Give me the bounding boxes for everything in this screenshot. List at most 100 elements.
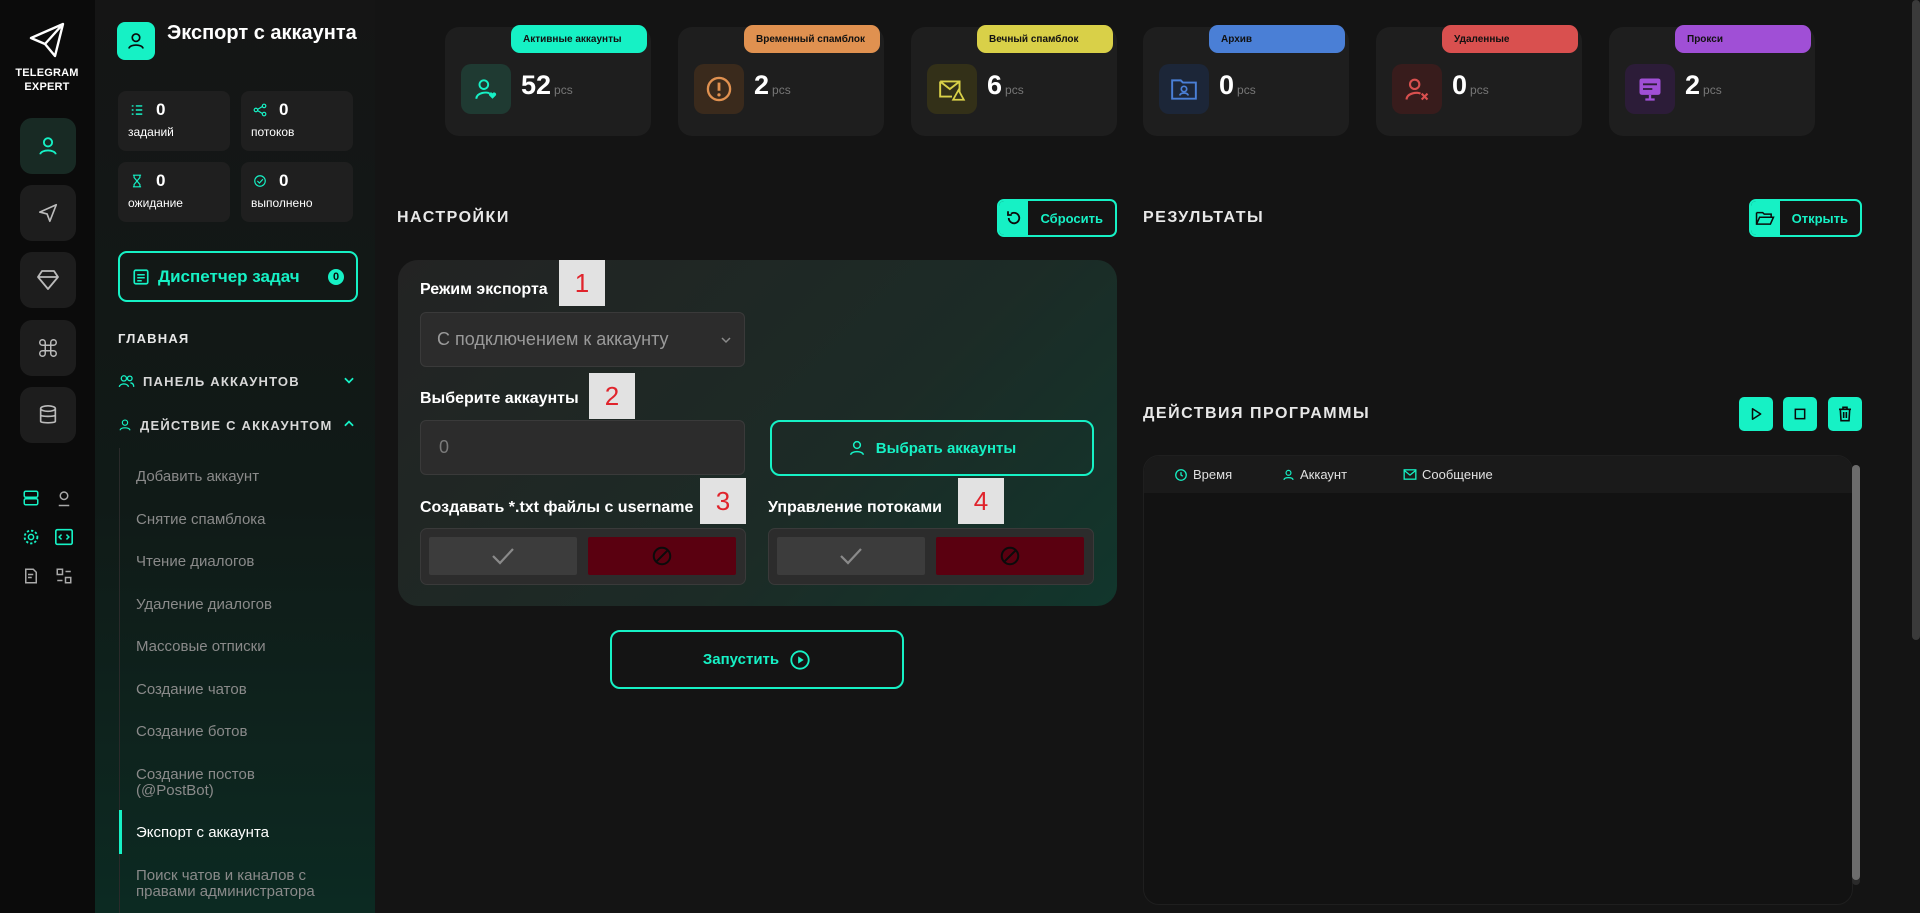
- card-proxy[interactable]: Прокси 2 pcs: [1609, 25, 1815, 136]
- threads-yes-button[interactable]: [777, 537, 925, 575]
- command-icon: [39, 339, 57, 357]
- threads-toggle: [768, 528, 1094, 585]
- log-stop-button[interactable]: [1783, 397, 1817, 431]
- chevron-down-icon: [344, 377, 354, 384]
- diamond-icon: [37, 270, 59, 290]
- export-mode-label: Режим экспорта: [420, 281, 548, 298]
- log-col-account[interactable]: Аккаунт: [1282, 467, 1347, 482]
- open-results-button[interactable]: Открыть: [1749, 199, 1862, 237]
- nav-create-bots[interactable]: Создание ботов: [136, 724, 361, 740]
- nav-spamblock-removal[interactable]: Снятие спамблока: [136, 512, 361, 528]
- ban-icon: [1000, 546, 1020, 566]
- select-accounts-label: Выберите аккаунты: [420, 390, 579, 407]
- card-active-accounts[interactable]: Активные аккаунты 52 pcs: [445, 25, 651, 136]
- task-dispatcher-badge: 0: [328, 269, 344, 285]
- card-perm-label: Вечный спамблок: [977, 25, 1113, 53]
- user-remove-icon: [1392, 64, 1442, 114]
- chevron-down-icon: [721, 337, 731, 344]
- txt-files-toggle: [420, 528, 746, 585]
- txt-files-label: Создавать *.txt файлы с username: [420, 499, 694, 516]
- card-deleted[interactable]: Удаленные 0 pcs: [1376, 25, 1582, 136]
- reset-button[interactable]: Сбросить: [997, 199, 1117, 237]
- card-archive-value: 0 pcs: [1219, 70, 1256, 100]
- document-check-icon[interactable]: [20, 565, 42, 587]
- log-col-message[interactable]: Сообщение: [1403, 467, 1493, 482]
- page-scrollbar[interactable]: [1912, 0, 1920, 640]
- users-icon: [118, 375, 135, 388]
- rail-database-button[interactable]: [20, 387, 76, 443]
- group-account-actions[interactable]: ДЕЙСТВИЕ С АККАУНТОМ: [118, 415, 358, 435]
- reset-icon: [999, 201, 1029, 235]
- accounts-count-value: 0: [439, 437, 450, 457]
- stat-tasks-label: заданий: [128, 125, 174, 139]
- card-temp-value: 2 pcs: [754, 70, 791, 100]
- section-main-heading: ГЛАВНАЯ: [118, 331, 190, 346]
- page-title: Экспорт с аккаунта: [167, 22, 357, 44]
- rail-commands-button[interactable]: [20, 320, 76, 376]
- txt-files-yes-button[interactable]: [429, 537, 577, 575]
- results-heading: РЕЗУЛЬТАТЫ: [1143, 209, 1265, 226]
- play-icon: [1751, 407, 1762, 421]
- nav-add-account[interactable]: Добавить аккаунт: [136, 469, 361, 485]
- card-temp-spamblock[interactable]: Временный спамблок 2 pcs: [678, 25, 884, 136]
- nav-create-posts[interactable]: Создание постов (@PostBot): [136, 767, 306, 799]
- card-archive[interactable]: Архив 0 pcs: [1143, 25, 1349, 136]
- threads-label: Управление потоками: [768, 499, 943, 516]
- user-badge-icon: [117, 22, 155, 60]
- user-icon: [1283, 469, 1294, 480]
- log-play-button[interactable]: [1739, 397, 1773, 431]
- chevron-up-icon: [344, 420, 354, 427]
- choose-accounts-button[interactable]: Выбрать аккаунты: [770, 420, 1094, 476]
- server-icon[interactable]: [20, 487, 42, 509]
- play-circle-icon: [790, 649, 810, 670]
- card-deleted-value: 0 pcs: [1452, 70, 1489, 100]
- grid-transfer-icon[interactable]: [53, 565, 75, 587]
- database-icon: [39, 405, 57, 424]
- send-icon: [38, 203, 58, 223]
- rail-accounts-button[interactable]: [20, 118, 76, 174]
- clock-icon: [1175, 468, 1187, 481]
- rail-messages-button[interactable]: [20, 185, 76, 241]
- txt-files-no-button[interactable]: [588, 537, 736, 575]
- log-clear-button[interactable]: [1828, 397, 1862, 431]
- card-temp-label: Временный спамблок: [744, 25, 880, 53]
- sidebar: Экспорт с аккаунта 0 заданий 0 потоков 0…: [95, 0, 375, 913]
- group-accounts-panel[interactable]: ПАНЕЛЬ АККАУНТОВ: [118, 371, 358, 391]
- task-dispatcher-button[interactable]: Диспетчер задач 0: [118, 251, 358, 302]
- log-col-time[interactable]: Время: [1174, 467, 1232, 482]
- check-icon: [492, 548, 514, 565]
- nav-create-chats[interactable]: Создание чатов: [136, 682, 361, 698]
- card-proxy-value: 2 pcs: [1685, 70, 1722, 100]
- card-perm-value: 6 pcs: [987, 70, 1024, 100]
- log-scrollbar-thumb[interactable]: [1852, 465, 1860, 880]
- stat-threads-label: потоков: [251, 125, 295, 139]
- nav-mass-unsubscribe[interactable]: Массовые отписки: [136, 639, 361, 655]
- choose-accounts-label: Выбрать аккаунты: [875, 439, 1017, 457]
- accounts-count-input[interactable]: 0: [420, 420, 745, 475]
- stat-waiting: 0 ожидание: [118, 162, 230, 222]
- location-user-icon[interactable]: [53, 487, 75, 509]
- nav-find-admin-chats[interactable]: Поиск чатов и каналов с правами админист…: [136, 868, 361, 900]
- mail-warning-icon: [927, 64, 977, 114]
- nav-delete-dialogs[interactable]: Удаление диалогов: [136, 597, 361, 613]
- stat-tasks: 0 заданий: [118, 91, 230, 151]
- open-results-label: Открыть: [1791, 210, 1848, 226]
- rail-premium-button[interactable]: [20, 252, 76, 308]
- stat-waiting-label: ожидание: [128, 196, 183, 210]
- settings-gear-icon[interactable]: [20, 526, 42, 548]
- stat-waiting-value: 0: [156, 171, 166, 190]
- actions-heading: ДЕЙСТВИЯ ПРОГРАММЫ: [1143, 405, 1371, 422]
- app-logo[interactable]: TELEGRAM EXPERT: [12, 20, 82, 94]
- stat-threads-value: 0: [279, 100, 289, 119]
- nav-export-account[interactable]: Экспорт с аккаунта: [136, 825, 361, 841]
- run-button[interactable]: Запустить: [610, 630, 904, 689]
- calendar-list-icon: [133, 268, 149, 285]
- card-perm-spamblock[interactable]: Вечный спамблок 6 pcs: [911, 25, 1117, 136]
- threads-no-button[interactable]: [936, 537, 1084, 575]
- annotation-tag-3: 3: [700, 478, 746, 524]
- trash-icon: [1839, 406, 1851, 422]
- nav-read-dialogs[interactable]: Чтение диалогов: [136, 554, 361, 570]
- export-mode-select[interactable]: С подключением к аккаунту: [420, 312, 745, 367]
- proxy-server-icon: [1625, 64, 1675, 114]
- code-window-icon[interactable]: [53, 526, 75, 548]
